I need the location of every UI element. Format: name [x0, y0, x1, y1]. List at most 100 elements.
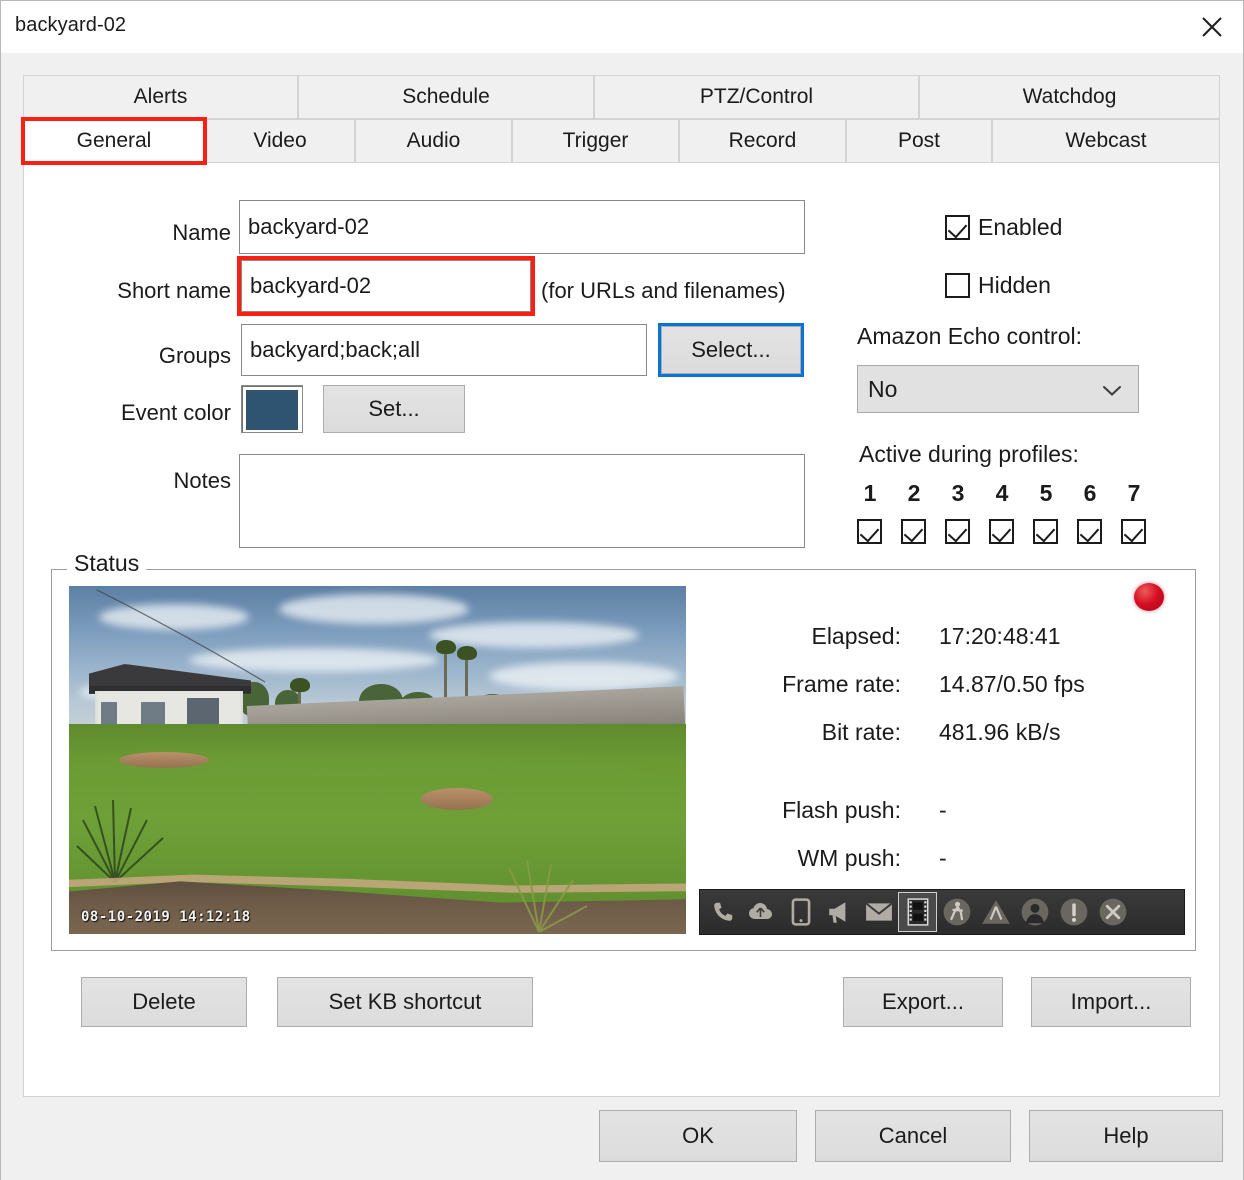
person-head-icon[interactable] [1015, 892, 1054, 932]
cancel-button[interactable]: Cancel [815, 1110, 1011, 1162]
tab-record[interactable]: Record [679, 119, 846, 163]
frame-rate-label: Frame rate: [782, 671, 901, 697]
short-name-hint: (for URLs and filenames) [541, 278, 786, 303]
notes-input[interactable] [239, 454, 805, 548]
tab-label: Post [897, 129, 941, 152]
profile-checkbox-2[interactable] [901, 519, 926, 544]
amazon-echo-control-select[interactable]: No [857, 365, 1139, 413]
rock-border [119, 752, 209, 768]
groups-input[interactable]: backyard;back;all [241, 324, 647, 376]
status-group-label: Status [67, 550, 147, 577]
frame-rate-value: 14.87/0.50 fps [939, 671, 1085, 697]
tab-watchdog[interactable]: Watchdog [919, 75, 1220, 119]
tab-label: PTZ/Control [699, 85, 814, 108]
elapsed-value: 17:20:48:41 [939, 623, 1061, 649]
flash-push-value: - [939, 797, 947, 823]
alert-action-icon-bar [699, 889, 1185, 935]
camera-preview-image[interactable]: 08-10-2019 14:12:18 [69, 586, 686, 934]
wm-push-label: WM push: [797, 845, 901, 871]
set-event-color-button[interactable]: Set... [323, 385, 465, 433]
profile-numbers: 1 2 3 4 5 6 7 [857, 480, 1147, 510]
alert-triangle-icon[interactable] [976, 892, 1015, 932]
profile-checkboxes [857, 519, 1147, 551]
set-kb-shortcut-button[interactable]: Set KB shortcut [277, 977, 533, 1027]
name-label: Name [172, 220, 231, 245]
profile-number-2: 2 [907, 480, 921, 506]
tab-schedule[interactable]: Schedule [298, 75, 594, 119]
film-strip-icon[interactable] [898, 892, 937, 932]
tab-video[interactable]: Video [205, 119, 355, 163]
cloud-upload-icon[interactable] [742, 892, 781, 932]
title-bar: backyard-02 [1, 1, 1243, 53]
tab-label: Alerts [133, 85, 188, 108]
shrub [76, 799, 164, 883]
palm-tree [436, 640, 456, 654]
bit-rate-value: 481.96 kB/s [939, 719, 1061, 745]
amazon-echo-control-value: No [868, 375, 898, 402]
chevron-down-icon [1102, 384, 1122, 402]
profile-number-3: 3 [951, 480, 965, 506]
event-color-swatch [246, 390, 298, 430]
tab-label: Schedule [402, 85, 490, 108]
window-title: backyard-02 [15, 14, 127, 36]
tab-label: Watchdog [1022, 85, 1117, 108]
tab-post[interactable]: Post [846, 119, 992, 163]
camera-properties-dialog: backyard-02 Alerts Schedule PTZ/Control … [0, 0, 1244, 1180]
walking-person-icon[interactable] [937, 892, 976, 932]
name-input[interactable]: backyard-02 [239, 200, 805, 254]
close-circle-icon[interactable] [1093, 892, 1132, 932]
megaphone-icon[interactable] [820, 892, 859, 932]
tab-label: Webcast [1065, 129, 1147, 152]
notes-label: Notes [173, 468, 231, 493]
tab-ptz-control[interactable]: PTZ/Control [594, 75, 919, 119]
hidden-checkbox[interactable]: Hidden [945, 272, 1051, 299]
house-window [141, 702, 165, 724]
export-button[interactable]: Export... [843, 977, 1003, 1027]
enabled-checkbox-box [945, 215, 970, 240]
preview-timestamp: 08-10-2019 14:12:18 [81, 909, 251, 925]
event-color-swatch-button[interactable] [241, 385, 303, 433]
tab-label: General [76, 129, 152, 152]
ok-button[interactable]: OK [599, 1110, 797, 1162]
active-profiles-label: Active during profiles: [859, 441, 1079, 467]
profile-number-5: 5 [1039, 480, 1053, 506]
bit-rate-label: Bit rate: [821, 719, 901, 745]
enabled-checkbox[interactable]: Enabled [945, 214, 1062, 241]
close-button[interactable] [1181, 1, 1243, 53]
tab-audio[interactable]: Audio [355, 119, 512, 163]
short-name-input[interactable]: backyard-02 [241, 260, 531, 312]
tab-general[interactable]: General [23, 119, 205, 163]
profile-number-4: 4 [995, 480, 1009, 506]
flash-push-label: Flash push: [782, 797, 901, 823]
profile-checkbox-1[interactable] [857, 519, 882, 544]
house-window [101, 702, 117, 724]
exclamation-icon[interactable] [1054, 892, 1093, 932]
import-button[interactable]: Import... [1031, 977, 1191, 1027]
tab-label: Audio [406, 129, 461, 152]
phone-icon[interactable] [703, 892, 742, 932]
profile-number-6: 6 [1083, 480, 1097, 506]
tab-trigger[interactable]: Trigger [512, 119, 679, 163]
profile-number-7: 7 [1127, 480, 1141, 506]
mobile-device-icon[interactable] [781, 892, 820, 932]
amazon-echo-control-label: Amazon Echo control: [857, 323, 1083, 349]
tab-webcast[interactable]: Webcast [992, 119, 1220, 163]
help-button[interactable]: Help [1029, 1110, 1223, 1162]
delete-button[interactable]: Delete [81, 977, 247, 1027]
profile-checkbox-4[interactable] [989, 519, 1014, 544]
profile-checkbox-3[interactable] [945, 519, 970, 544]
palm-tree [457, 646, 477, 660]
tab-row-upper: Alerts Schedule PTZ/Control Watchdog [23, 75, 1220, 119]
select-groups-button[interactable]: Select... [658, 323, 804, 377]
tab-label: Video [253, 129, 307, 152]
fire-pit [421, 788, 493, 810]
envelope-icon[interactable] [859, 892, 898, 932]
tab-alerts[interactable]: Alerts [23, 75, 298, 119]
profile-checkbox-5[interactable] [1033, 519, 1058, 544]
profile-number-1: 1 [863, 480, 877, 506]
hidden-label: Hidden [978, 272, 1051, 298]
tab-label: Record [728, 129, 797, 152]
profile-checkbox-7[interactable] [1121, 519, 1146, 544]
profile-checkbox-6[interactable] [1077, 519, 1102, 544]
record-dot-icon [1134, 583, 1164, 611]
